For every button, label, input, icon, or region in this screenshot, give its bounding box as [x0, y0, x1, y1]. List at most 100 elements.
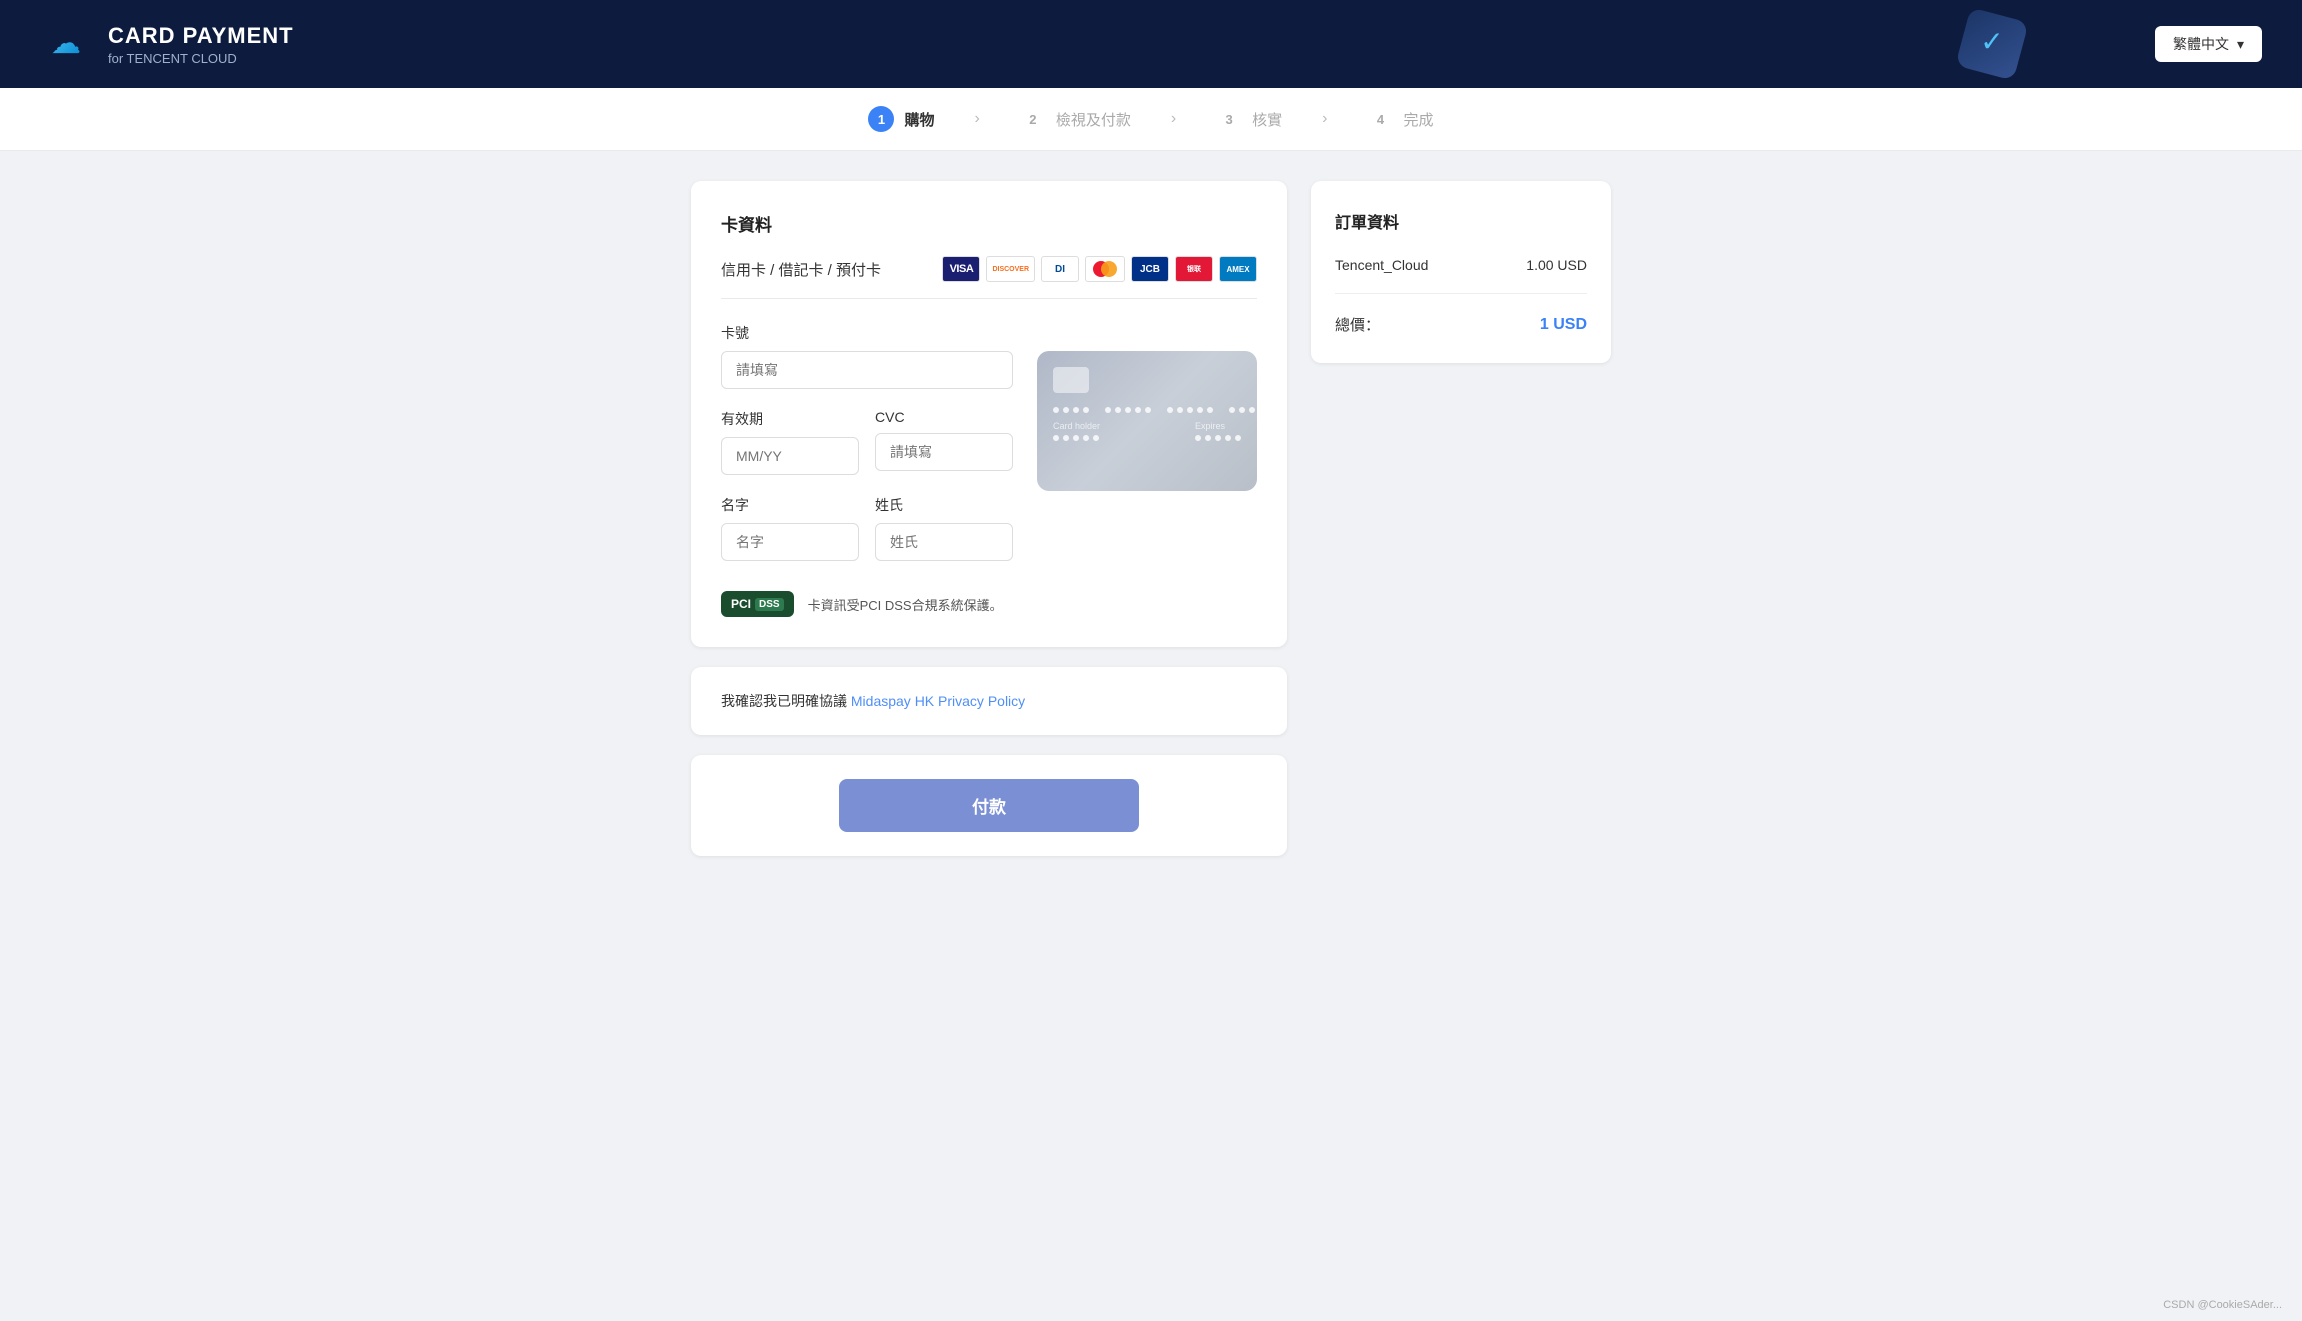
step-2[interactable]: 2 檢視及付款 — [980, 106, 1171, 132]
step-4[interactable]: 4 完成 — [1328, 106, 1474, 132]
order-item-name: Tencent_Cloud — [1335, 257, 1428, 273]
credit-card-visual-wrapper: Card holder Expires — [1037, 323, 1257, 581]
jcb-logo: JCB — [1131, 256, 1169, 282]
card-dot — [1197, 407, 1203, 413]
form-section: 卡號 有效期 CVC — [721, 323, 1257, 581]
mastercard-icon — [1091, 260, 1119, 278]
diners-logo: DI — [1041, 256, 1079, 282]
card-dot — [1207, 407, 1213, 413]
pci-text-label: PCI — [731, 597, 751, 611]
step-1-label: 購物 — [904, 109, 934, 130]
card-dot — [1083, 407, 1089, 413]
card-info-dot — [1205, 435, 1211, 441]
step-4-label: 完成 — [1404, 109, 1434, 130]
order-section: 訂單資料 Tencent_Cloud 1.00 USD 總價： 1 USD — [1311, 181, 1611, 363]
card-info-row: Card holder Expires — [1053, 421, 1241, 441]
header-left: ☁ CARD PAYMENT for TENCENT CLOUD — [40, 18, 294, 70]
visa-logo: VISA — [942, 256, 980, 282]
svg-text:☁: ☁ — [51, 27, 81, 60]
card-dot — [1115, 407, 1121, 413]
last-name-label: 姓氏 — [875, 495, 1013, 515]
expiry-cvc-row: 有效期 CVC — [721, 409, 1013, 495]
step-3[interactable]: 3 核實 — [1176, 106, 1322, 132]
order-total-row: 總價： 1 USD — [1335, 314, 1587, 335]
form-left: 卡號 有效期 CVC — [721, 323, 1013, 581]
mastercard-logo — [1085, 256, 1125, 282]
last-name-field-group: 姓氏 — [875, 495, 1013, 561]
card-dots-group-4 — [1229, 407, 1275, 413]
chevron-down-icon: ▾ — [2237, 36, 2244, 53]
order-title: 訂單資料 — [1335, 209, 1587, 233]
card-dot — [1125, 407, 1131, 413]
order-item-price: 1.00 USD — [1526, 257, 1587, 273]
privacy-section: 我確認我已明確協議 Midaspay HK Privacy Policy — [691, 667, 1287, 735]
pci-section: PCI DSS 卡資訊受PCI DSS合規系統保護。 — [721, 591, 1257, 617]
header-3d-icon: ✓ — [1947, 0, 2037, 89]
expiry-input[interactable] — [721, 437, 859, 475]
step-3-circle: 3 — [1216, 106, 1242, 132]
cvc-input[interactable] — [875, 433, 1013, 471]
expiry-label: 有效期 — [721, 409, 859, 429]
step-4-circle: 4 — [1368, 106, 1394, 132]
step-1-circle: 1 — [868, 106, 894, 132]
step-2-circle: 2 — [1020, 106, 1046, 132]
stepper: 1 購物 › 2 檢視及付款 › 3 核實 › 4 完成 — [0, 88, 2302, 151]
language-selector[interactable]: 繁體中文 ▾ — [2155, 26, 2262, 62]
card-dot — [1269, 407, 1275, 413]
step-1[interactable]: 1 購物 — [828, 106, 974, 132]
svg-text:✓: ✓ — [1980, 26, 2003, 57]
first-name-input[interactable] — [721, 523, 859, 561]
right-panel: 訂單資料 Tencent_Cloud 1.00 USD 總價： 1 USD — [1311, 181, 1611, 856]
card-chip-icon — [1053, 367, 1089, 393]
header: ☁ CARD PAYMENT for TENCENT CLOUD ✓ 繁體中文 … — [0, 0, 2302, 88]
card-holder-section: Card holder — [1053, 421, 1100, 441]
card-dots-group-1 — [1053, 407, 1089, 413]
card-number-label: 卡號 — [721, 323, 1013, 343]
header-title-block: CARD PAYMENT for TENCENT CLOUD — [108, 23, 294, 66]
pay-section: 付款 — [691, 755, 1287, 856]
card-dot — [1259, 407, 1265, 413]
order-total-label: 總價： — [1335, 314, 1380, 335]
header-subtitle: for TENCENT CLOUD — [108, 51, 294, 66]
card-info-dot — [1225, 435, 1231, 441]
card-info-dot — [1093, 435, 1099, 441]
unionpay-logo: 银联 — [1175, 256, 1213, 282]
cvc-field-group: CVC — [875, 409, 1013, 475]
card-info-dot — [1063, 435, 1069, 441]
card-holder-label: Card holder — [1053, 421, 1100, 431]
header-decoration: ✓ — [1942, 0, 2042, 88]
credit-card-visual: Card holder Expires — [1037, 351, 1257, 491]
card-info-dot — [1235, 435, 1241, 441]
card-dot — [1187, 407, 1193, 413]
card-dot — [1053, 407, 1059, 413]
card-dots-group-2 — [1105, 407, 1151, 413]
card-info-dot — [1053, 435, 1059, 441]
card-dot — [1105, 407, 1111, 413]
payment-method-label: 信用卡 / 借記卡 / 預付卡 — [721, 259, 881, 280]
card-dot — [1249, 407, 1255, 413]
card-logos: VISA DISCOVER DI JCB 银联 AMEX — [942, 256, 1257, 282]
card-number-input[interactable] — [721, 351, 1013, 389]
card-info-section: 卡資料 信用卡 / 借記卡 / 預付卡 VISA DISCOVER DI JCB — [691, 181, 1287, 647]
name-row: 名字 姓氏 — [721, 495, 1013, 581]
card-expiry-dots — [1195, 435, 1241, 441]
step-3-label: 核實 — [1252, 109, 1282, 130]
pay-button[interactable]: 付款 — [839, 779, 1139, 832]
payment-method-row: 信用卡 / 借記卡 / 預付卡 VISA DISCOVER DI JCB 银联 … — [721, 256, 1257, 299]
card-holder-dots — [1053, 435, 1100, 441]
pci-dss-badge: DSS — [755, 598, 784, 611]
card-number-dots — [1053, 407, 1241, 413]
card-number-field-group: 卡號 — [721, 323, 1013, 389]
card-expiry-section: Expires — [1195, 421, 1241, 441]
tencent-cloud-logo: ☁ — [40, 18, 92, 70]
card-dot — [1135, 407, 1141, 413]
privacy-policy-link[interactable]: Midaspay HK Privacy Policy — [851, 693, 1025, 709]
cvc-label: CVC — [875, 409, 1013, 425]
card-dot — [1239, 407, 1245, 413]
discover-logo: DISCOVER — [986, 256, 1035, 282]
main-content: 卡資料 信用卡 / 借記卡 / 預付卡 VISA DISCOVER DI JCB — [671, 181, 1631, 856]
card-expiry-label: Expires — [1195, 421, 1241, 431]
footer-watermark: CSDN @CookieSAder... — [2163, 1299, 2282, 1311]
card-info-dot — [1215, 435, 1221, 441]
last-name-input[interactable] — [875, 523, 1013, 561]
